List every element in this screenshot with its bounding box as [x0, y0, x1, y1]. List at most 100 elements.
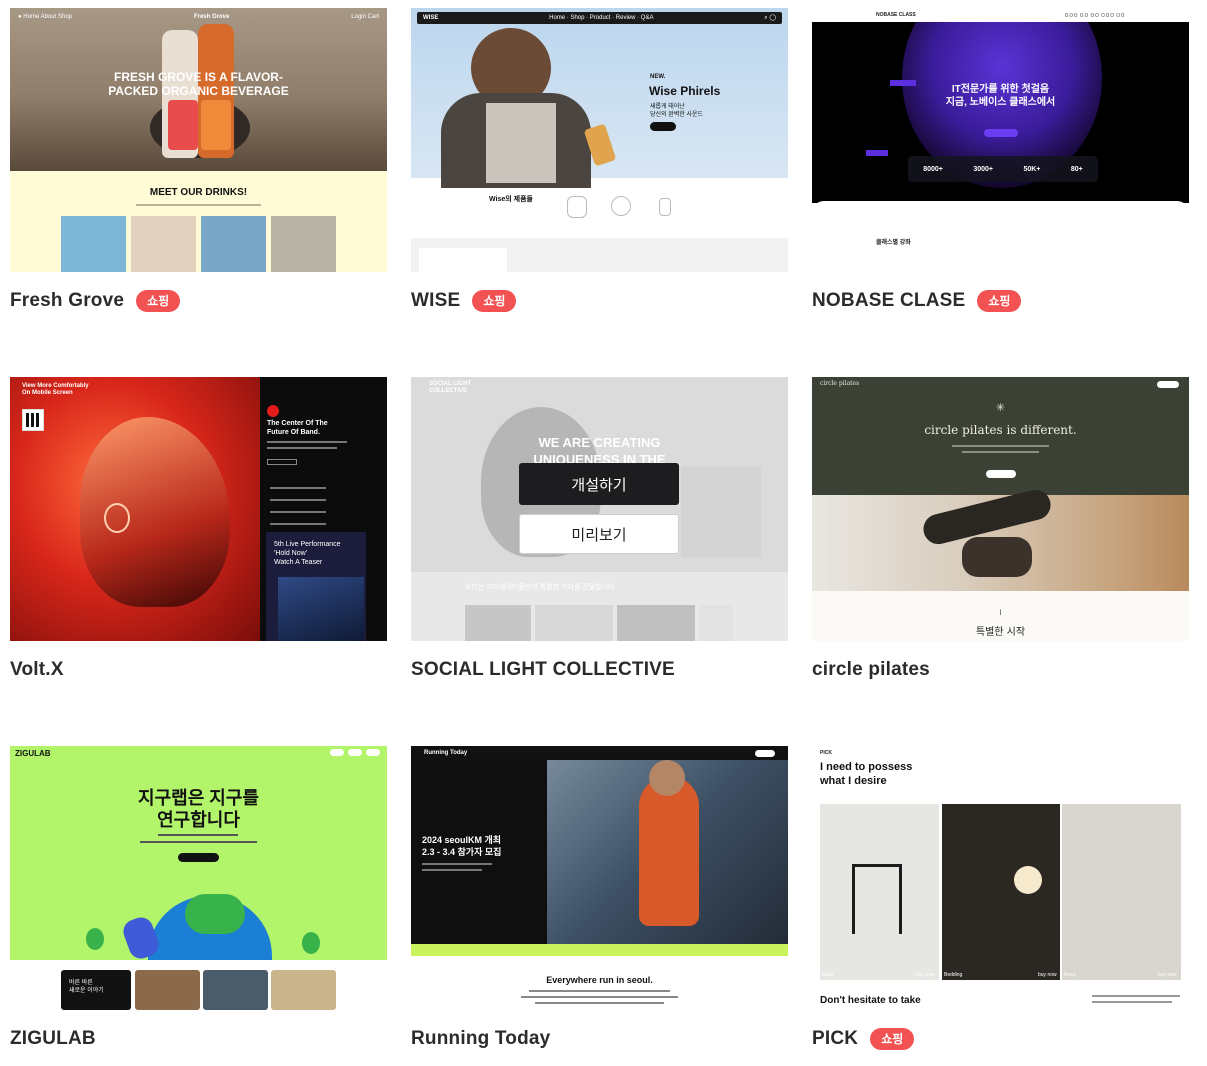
preview-nav-button — [348, 749, 362, 756]
product-photo — [61, 216, 126, 272]
template-title[interactable]: WISE — [411, 290, 460, 312]
template-card-circle-pilates[interactable]: circle pilates ✳ circle pilates is diffe… — [812, 377, 1189, 683]
template-card-social-light-collective[interactable]: SOCIAL LIGHT COLLECTIVE WE ARE CREATING … — [411, 377, 788, 683]
preview-headline: what I desire — [820, 775, 887, 787]
preview-nav: WISE Home · Shop · Product · Review · Q&… — [417, 12, 782, 24]
category-badge: 쇼핑 — [977, 290, 1022, 312]
card-caption: ZIGULAB — [10, 1026, 387, 1052]
template-thumbnail[interactable]: ● Home About Shop Fresh Grove Login Cart… — [10, 8, 387, 272]
template-card-fresh-grove[interactable]: ● Home About Shop Fresh Grove Login Cart… — [10, 8, 387, 314]
card-caption: circle pilates — [812, 657, 1189, 683]
text-line — [422, 869, 482, 871]
photo-label: Keep — [1064, 972, 1076, 978]
preview-eyebrow: NEW. — [650, 74, 666, 80]
earring-image — [104, 503, 130, 533]
template-card-volt-x[interactable]: View More Comfortably On Mobile Screen T… — [10, 377, 387, 683]
category-badge: 쇼핑 — [870, 1028, 915, 1050]
template-thumbnail[interactable]: View More Comfortably On Mobile Screen T… — [10, 377, 387, 641]
gallery-photo — [271, 970, 336, 1010]
promo-image — [278, 577, 364, 641]
headphone-icon — [611, 196, 631, 216]
template-thumbnail[interactable]: WISE Home · Shop · Product · Review · Q&… — [411, 8, 788, 272]
preview-nav-button — [330, 749, 344, 756]
template-title[interactable]: PICK — [812, 1028, 858, 1050]
text-line — [529, 990, 670, 992]
preview-logo: Fresh Grove — [193, 14, 230, 20]
template-title[interactable]: Fresh Grove — [10, 290, 124, 312]
preview-section — [812, 201, 1189, 272]
preview-nav: ● Home About Shop Fresh Grove Login Cart — [18, 14, 379, 20]
product-photo — [131, 216, 196, 272]
template-title[interactable]: Running Today — [411, 1028, 550, 1050]
menu-line — [270, 523, 326, 525]
template-thumbnail[interactable]: circle pilates ✳ circle pilates is diffe… — [812, 377, 1189, 641]
preview-section-title: Wise의 제품들 — [489, 196, 533, 203]
template-title[interactable]: SOCIAL LIGHT COLLECTIVE — [411, 659, 675, 681]
preview-section-title: Don't hesitate to take — [820, 995, 921, 1006]
person-silhouette — [962, 537, 1032, 577]
template-card-wise[interactable]: WISE Home · Shop · Product · Review · Q&… — [411, 8, 788, 314]
menu-line — [270, 487, 326, 489]
product-photo — [201, 216, 266, 272]
template-card-nobase-clase[interactable]: NOBASE CLASS ㅁㅁㅁ ㅁㅁ ㅁㅁ ㅁㅁㅁ ㅁㅁ IT전문가를 위한 … — [812, 8, 1189, 314]
template-thumbnail[interactable]: NOBASE CLASS ㅁㅁㅁ ㅁㅁ ㅁㅁ ㅁㅁㅁ ㅁㅁ IT전문가를 위한 … — [812, 8, 1189, 272]
template-title[interactable]: Volt.X — [10, 659, 64, 681]
preview-button — [984, 129, 1018, 137]
bottle-label — [168, 100, 198, 150]
preview-headline: Wise Phirels — [649, 84, 721, 98]
preview-section-title: 클래스별 강좌 — [876, 240, 911, 246]
template-thumbnail[interactable]: PICK I need to possess what I desire Sto… — [812, 746, 1189, 1010]
preview-button — [178, 853, 219, 862]
text-line — [535, 1002, 664, 1004]
category-badge: 쇼핑 — [472, 290, 517, 312]
stat-value: 3000+ — [973, 165, 994, 173]
preview-corner-text: View More Comfortably — [22, 383, 89, 389]
text-line — [952, 445, 1049, 447]
preview-headline: 2.3 - 3.4 참가자 모집 — [422, 847, 502, 857]
card-caption: Fresh Grove 쇼핑 — [10, 288, 387, 314]
bottle-label — [201, 100, 231, 150]
preview-section-title: MEET OUR DRINKS! — [149, 187, 248, 198]
menu-line — [270, 511, 326, 513]
stat-value: 50K+ — [1023, 165, 1041, 173]
preview-section-title: Everywhere run in seoul. — [546, 975, 653, 985]
card-caption: WISE 쇼핑 — [411, 288, 788, 314]
template-thumbnail[interactable]: Running Today 2024 seoulKM 개최 2.3 - 3.4 … — [411, 746, 788, 1010]
template-title[interactable]: ZIGULAB — [10, 1028, 96, 1050]
card-caption: Volt.X — [10, 657, 387, 683]
promo-text: 'Hold Now' — [274, 550, 308, 557]
preview-button — [986, 470, 1016, 478]
template-card-running-today[interactable]: Running Today 2024 seoulKM 개최 2.3 - 3.4 … — [411, 746, 788, 1052]
template-title[interactable]: NOBASE CLASE — [812, 290, 965, 312]
tile-text: 새로운 이야기 — [69, 988, 104, 994]
photo-label: Bedding — [944, 972, 963, 978]
template-thumbnail[interactable]: ZIGULAB 지구랩은 지구를 연구합니다 바른 바른 새로운 이야기 — [10, 746, 387, 1010]
earbud-icon — [659, 198, 671, 216]
preview-logo: PICK — [820, 750, 832, 756]
preview-headline: Future Of Band. — [267, 429, 320, 436]
preview-headline: 지금, 노베이스 클래스에서 — [945, 97, 1056, 108]
badge-dot — [267, 405, 279, 417]
template-card-pick[interactable]: PICK I need to possess what I desire Sto… — [812, 746, 1189, 1052]
preview-logo: NOBASE CLASS — [876, 12, 916, 18]
preview-corner-text: On Mobile Screen — [22, 390, 73, 396]
runner-head — [649, 760, 685, 796]
lamp-illustration — [1014, 866, 1042, 894]
card-caption: SOCIAL LIGHT COLLECTIVE — [411, 657, 788, 683]
open-button[interactable]: 개설하기 — [519, 463, 679, 505]
promo-text: 5th Live Performance — [274, 541, 341, 548]
template-thumbnail[interactable]: SOCIAL LIGHT COLLECTIVE WE ARE CREATING … — [411, 377, 788, 641]
preview-button — [650, 122, 676, 131]
person-shirt — [486, 103, 556, 183]
text-line — [267, 441, 347, 443]
preview-button[interactable]: 미리보기 — [519, 514, 679, 554]
preview-headline: 연구합니다 — [157, 810, 240, 830]
preview-logo: WISE — [423, 15, 439, 21]
menu-line — [270, 499, 326, 501]
text-line — [158, 834, 238, 836]
template-card-zigulab[interactable]: ZIGULAB 지구랩은 지구를 연구합니다 바른 바른 새로운 이야기 ZIG… — [10, 746, 387, 1052]
text-line — [1092, 995, 1180, 997]
template-title[interactable]: circle pilates — [812, 659, 930, 681]
earth-land — [185, 894, 245, 934]
hover-overlay — [411, 377, 788, 641]
